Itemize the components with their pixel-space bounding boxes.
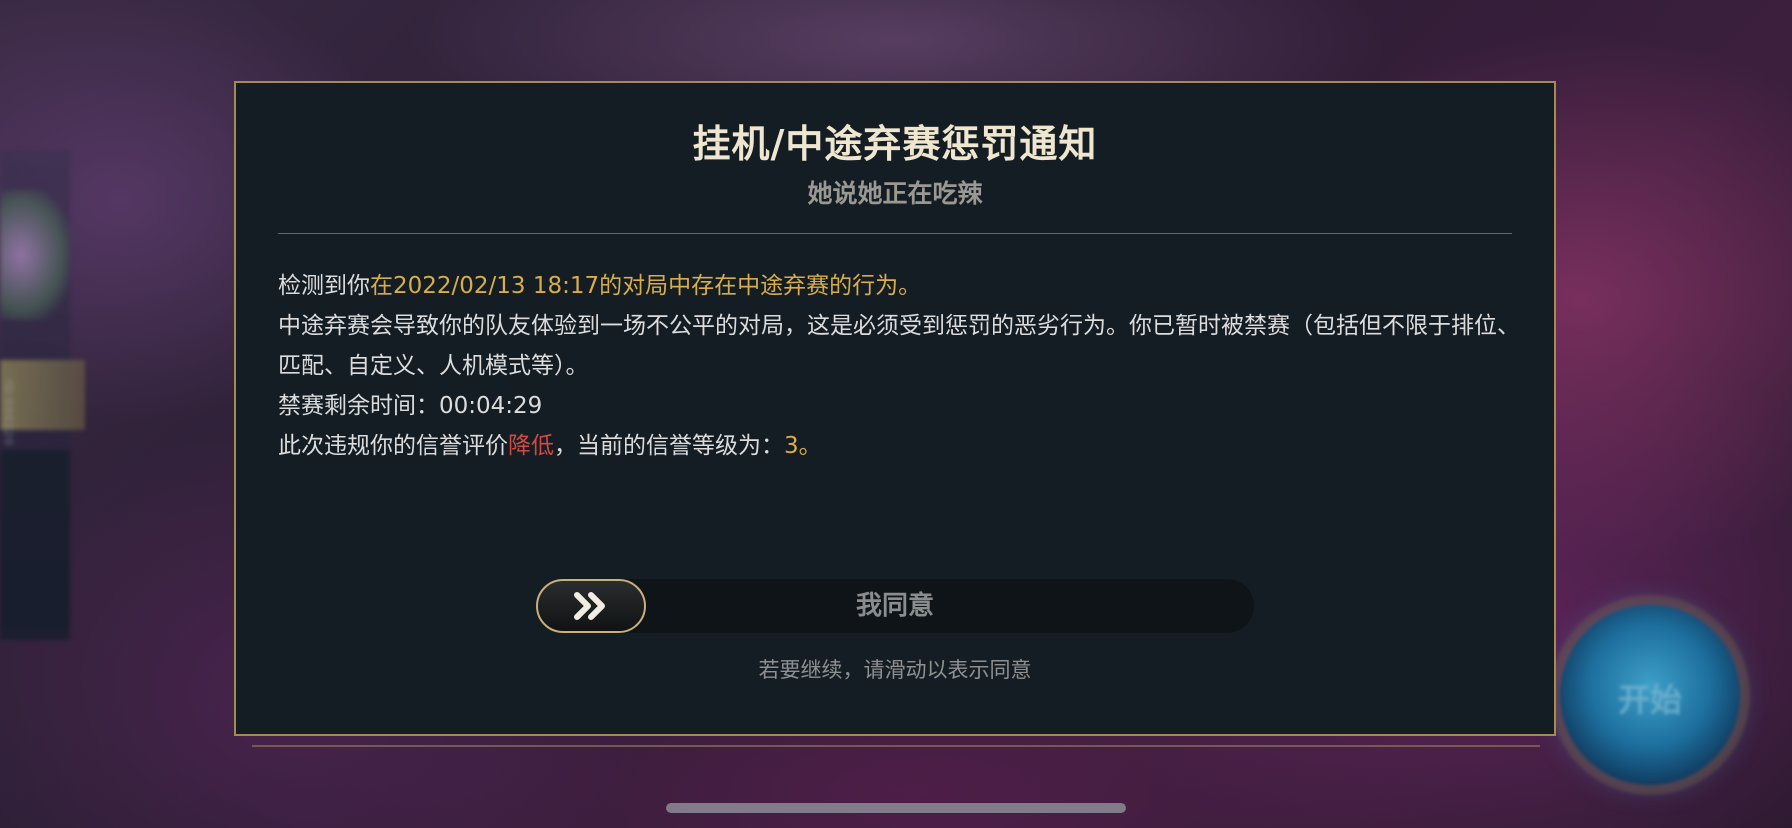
side-panel-blurred: ID:000220 (0, 150, 85, 640)
credit-mid: ，当前的信誉等级为： (554, 433, 784, 459)
dialog-title: 挂机/中途弃赛惩罚通知 (692, 122, 1098, 166)
ban-remaining-time: 禁赛剩余时间：00:04:29 (278, 393, 543, 419)
champion-avatar-blurred (0, 190, 70, 320)
slide-hint: 若要继续，请滑动以表示同意 (758, 658, 1032, 682)
double-chevron-right-icon (574, 592, 605, 620)
match-time-highlight: 在2022/02/13 18:17的对局中存在中途弃赛的行为。 (370, 273, 922, 299)
start-button-blurred: 开始 (1560, 605, 1740, 785)
home-indicator[interactable] (666, 803, 1126, 813)
side-list-blurred (0, 450, 70, 640)
credit-prefix: 此次违规你的信誉评价 (278, 433, 508, 459)
detection-prefix: 检测到你 (278, 273, 370, 299)
credit-level: 3。 (784, 433, 822, 459)
ban-explanation: 中途弃赛会导致你的队友体验到一场不公平的对局，这是必须受到惩罚的恶劣行为。你已暂… (278, 313, 1520, 379)
title-divider (278, 233, 1512, 234)
side-id-text: ID:000220 (2, 380, 15, 447)
detection-line: 检测到你在2022/02/13 18:17的对局中存在中途弃赛的行为。 (278, 266, 1524, 306)
player-name: 她说她正在吃辣 (807, 179, 983, 208)
agree-slider[interactable]: 我同意 (536, 579, 1254, 633)
penalty-message: 检测到你在2022/02/13 18:17的对局中存在中途弃赛的行为。 中途弃赛… (278, 266, 1524, 466)
start-button-label: 开始 (1617, 681, 1682, 719)
slider-handle[interactable] (536, 579, 646, 633)
credit-decrease: 降低 (508, 433, 554, 459)
penalty-dialog: 挂机/中途弃赛惩罚通知 她说她正在吃辣 检测到你在2022/02/13 18:1… (234, 81, 1556, 736)
credit-score-line: 此次违规你的信誉评价降低，当前的信誉等级为：3。 (278, 426, 1524, 466)
